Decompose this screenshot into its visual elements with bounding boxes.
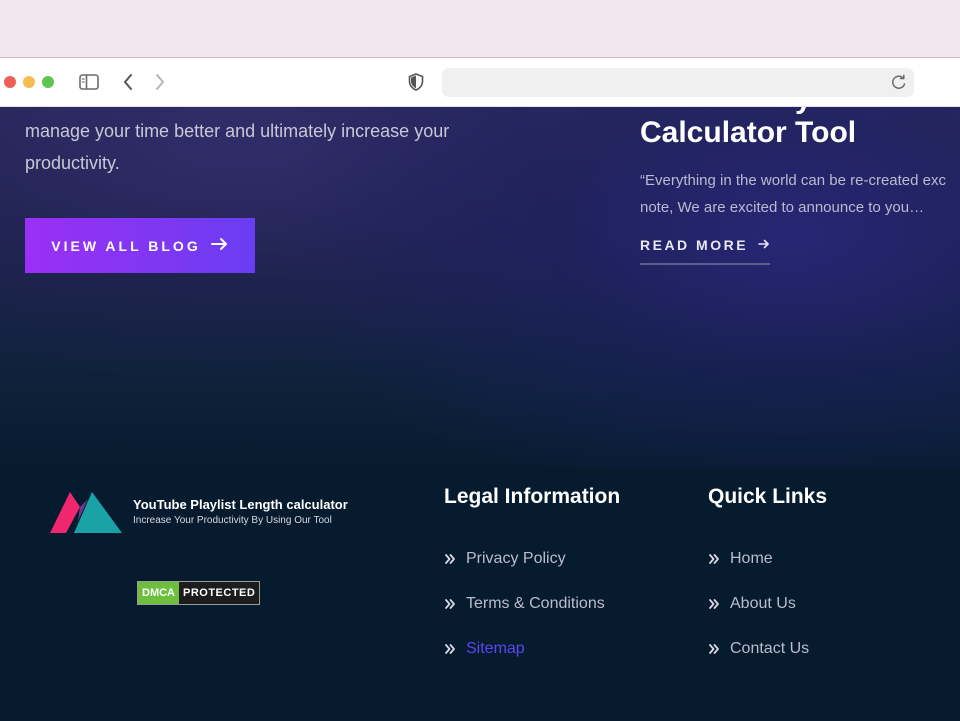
view-all-blog-label: VIEW ALL BLOG <box>51 237 201 254</box>
blog-section: manage your time better and ultimately i… <box>0 107 960 467</box>
footer-link-label: Contact Us <box>730 640 810 657</box>
footer-link-label: Home <box>730 550 773 567</box>
legal-links: Privacy Policy Terms & Conditions Sitema… <box>444 549 605 684</box>
browser-toolbar <box>0 58 960 107</box>
footer-link-home[interactable]: Home <box>708 549 809 594</box>
brand-tagline: Increase Your Productivity By Using Our … <box>133 515 332 526</box>
site-footer: YouTube Playlist Length calculator Incre… <box>0 467 960 721</box>
legal-information-heading: Legal Information <box>444 485 621 508</box>
quick-links-heading: Quick Links <box>708 485 828 508</box>
zoom-window-button[interactable] <box>42 76 54 88</box>
web-page: manage your time better and ultimately i… <box>0 107 960 721</box>
back-icon[interactable] <box>118 71 138 93</box>
intro-text: manage your time better and ultimately i… <box>25 121 450 173</box>
footer-link-about-us[interactable]: About Us <box>708 594 809 639</box>
dmca-protected-label: PROTECTED <box>183 587 256 599</box>
arrow-right-icon <box>758 237 770 253</box>
double-chevron-right-icon <box>444 594 456 614</box>
footer-link-sitemap[interactable]: Sitemap <box>444 639 605 684</box>
footer-link-contact-us[interactable]: Contact Us <box>708 639 809 684</box>
browser-window: manage your time better and ultimately i… <box>0 57 960 721</box>
footer-link-label: Privacy Policy <box>466 550 566 567</box>
dmca-label: DMCA <box>138 582 179 604</box>
footer-link-label: Terms & Conditions <box>466 595 605 612</box>
quick-links: Home About Us Contact Us <box>708 549 809 684</box>
double-chevron-right-icon <box>708 594 720 614</box>
read-more-link[interactable]: READ MORE <box>640 237 771 265</box>
post-excerpt: “Everything in the world can be re-creat… <box>640 167 960 221</box>
view-all-blog-button[interactable]: VIEW ALL BLOG <box>25 218 255 273</box>
footer-link-label: About Us <box>730 595 796 612</box>
close-window-button[interactable] <box>4 76 16 88</box>
shield-icon[interactable] <box>406 71 426 93</box>
reload-icon[interactable] <box>890 73 908 91</box>
footer-link-privacy-policy[interactable]: Privacy Policy <box>444 549 605 594</box>
footer-link-label: Sitemap <box>466 640 525 657</box>
footer-link-terms-conditions[interactable]: Terms & Conditions <box>444 594 605 639</box>
address-bar[interactable] <box>442 68 914 97</box>
post-excerpt-line: note, We are excited to announce to you… <box>640 199 925 216</box>
double-chevron-right-icon <box>708 639 720 659</box>
brand-name: YouTube Playlist Length calculator <box>133 497 348 512</box>
forward-icon[interactable] <box>150 71 170 93</box>
sidebar-icon[interactable] <box>78 72 100 92</box>
dmca-badge[interactable]: DMCA PROTECTED <box>137 581 261 605</box>
minimize-window-button[interactable] <box>23 76 35 88</box>
desktop-top-band <box>0 0 960 57</box>
double-chevron-right-icon <box>444 639 456 659</box>
site-logo[interactable] <box>48 489 124 535</box>
post-excerpt-line: “Everything in the world can be re-creat… <box>640 172 946 189</box>
arrow-right-icon <box>210 237 229 254</box>
double-chevron-right-icon <box>708 549 720 569</box>
post-title[interactable]: Calculator Tool <box>640 115 856 151</box>
double-chevron-right-icon <box>444 549 456 569</box>
read-more-label: READ MORE <box>640 237 749 253</box>
